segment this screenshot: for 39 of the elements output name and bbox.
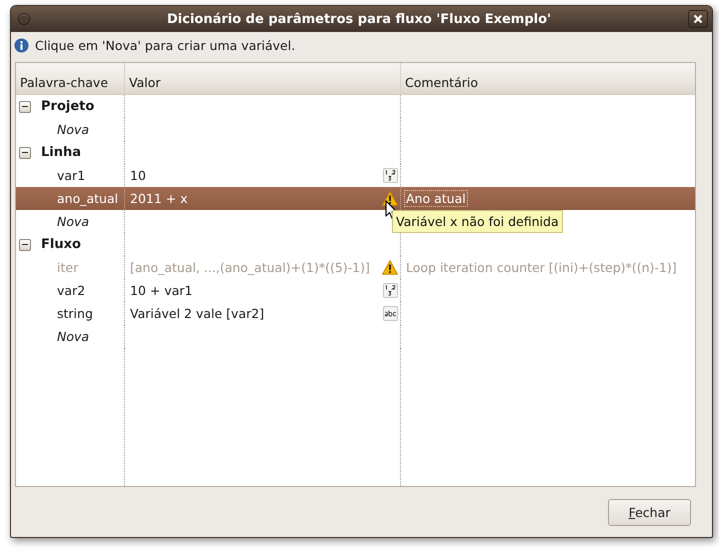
close-button[interactable] <box>688 10 708 28</box>
close-icon <box>693 14 703 24</box>
new-variable-link[interactable]: Nova <box>57 329 90 344</box>
variable-name: ano_atual <box>57 191 118 206</box>
collapse-toggle[interactable] <box>19 238 31 250</box>
variable-name: var1 <box>57 168 86 183</box>
variable-value: 10 <box>130 168 146 183</box>
variable-name: string <box>57 306 93 321</box>
tooltip: Variável x não foi definida <box>392 210 563 233</box>
collapse-toggle[interactable] <box>19 146 31 158</box>
comment-text: Ano atual <box>404 190 468 207</box>
collapse-toggle[interactable] <box>19 100 31 112</box>
warning-icon <box>382 260 398 275</box>
variable-value: Variável 2 vale [var2] <box>130 306 264 321</box>
column-header[interactable]: Comentário <box>400 63 695 94</box>
new-variable-link[interactable]: Nova <box>57 214 90 229</box>
window-title: Dicionário de parâmetros para fluxo 'Fluxo Exemplo' <box>166 12 552 26</box>
info-icon <box>14 38 29 53</box>
number-type-icon <box>383 168 398 183</box>
variable-value: [ano_atual, ...,(ano_atual)+(1)*((5)-1)] <box>130 260 370 275</box>
variable-name: iter <box>57 260 78 275</box>
number-type-icon <box>383 283 398 298</box>
group-label: Linha <box>41 145 82 160</box>
column-header[interactable]: Valor <box>124 63 400 94</box>
comment-text: Loop iteration counter [(ini)+(step)*((n)-1)] <box>405 259 678 276</box>
variable-value: 2011 + x <box>130 191 188 206</box>
column-header[interactable]: Palavra-chave <box>16 63 124 94</box>
new-variable-link[interactable]: Nova <box>57 122 90 137</box>
group-label: Fluxo <box>41 237 81 252</box>
text-type-icon <box>383 306 398 321</box>
variable-value: 10 + var1 <box>130 283 192 298</box>
table-row[interactable]: ano_atual 2011 + x Ano atual <box>16 187 695 210</box>
info-message: Clique em 'Nova' para criar uma variável. <box>35 38 296 53</box>
table-row[interactable]: var2 10 + var1 <box>16 279 695 302</box>
table-row[interactable]: string Variável 2 vale [var2] <box>16 302 695 325</box>
close-dialog-button[interactable]: Fechar <box>608 498 691 526</box>
variable-name: var2 <box>57 283 86 298</box>
group-label: Projeto <box>41 99 94 114</box>
window-menu-icon[interactable] <box>18 13 30 25</box>
